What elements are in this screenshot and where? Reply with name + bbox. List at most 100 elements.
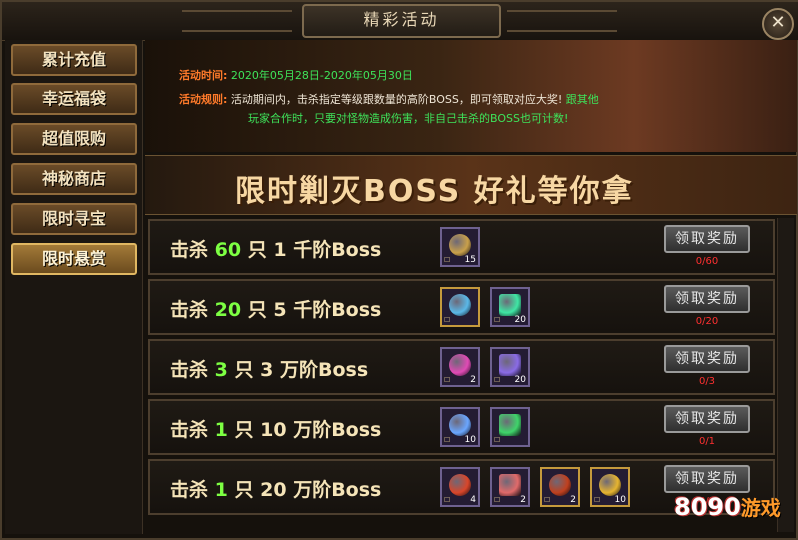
green-shard-icon: [499, 414, 521, 436]
sidebar-item-limited-treasure[interactable]: 限时寻宝: [11, 203, 137, 235]
task-progress: 0/3: [698, 376, 716, 387]
feather-icon: [449, 414, 471, 436]
bind-lock-icon: ☐: [494, 496, 501, 504]
bind-lock-icon: ☐: [444, 256, 451, 264]
task-unit: 只: [234, 419, 254, 441]
activity-time-label: 活动时间:: [179, 69, 228, 82]
task-prefix: 击杀: [170, 239, 209, 261]
gold-coin-icon: [599, 474, 621, 496]
close-button[interactable]: ✕: [762, 8, 794, 40]
claim-reward-button[interactable]: 领取奖励: [664, 345, 750, 373]
task-count: 3: [214, 359, 228, 381]
task-requirement: 击杀 1 只 20 万阶Boss: [170, 475, 381, 502]
task-boss: 10 万阶Boss: [260, 419, 382, 441]
reward-quantity: 10: [464, 435, 476, 445]
treasure-chest-icon: [449, 234, 471, 256]
task-boss: 3 万阶Boss: [260, 359, 369, 381]
watermark-main: 8090: [674, 493, 741, 521]
task-boss: 20 万阶Boss: [260, 479, 382, 501]
bind-lock-icon: ☐: [494, 316, 501, 324]
reward-slot[interactable]: ☐: [440, 287, 480, 327]
claim-reward-button[interactable]: 领取奖励: [664, 225, 750, 253]
sidebar-item-limited-purchase[interactable]: 超值限购: [11, 123, 137, 155]
task-requirement: 击杀 1 只 10 万阶Boss: [170, 415, 381, 442]
task-row: 击杀 1 只 10 万阶Boss ☐ 10 ☐ 领取奖励 0/1: [148, 399, 775, 455]
bind-lock-icon: ☐: [494, 376, 501, 384]
activity-rule-line: 活动规则: 活动期间内，击杀指定等级跟数量的高阶BOSS，即可领取对应大奖! 跟…: [179, 91, 599, 107]
reward-slot[interactable]: ☐ 20: [490, 347, 530, 387]
reward-quantity: 2: [470, 375, 476, 385]
reward-quantity: 2: [520, 495, 526, 505]
window-title: 精彩活动: [302, 4, 501, 38]
claim-reward-button[interactable]: 领取奖励: [664, 285, 750, 313]
reward-slot[interactable]: ☐ 2: [490, 467, 530, 507]
title-ornament-right: [507, 10, 617, 32]
pink-gem-icon: [449, 354, 471, 376]
claim-reward-button[interactable]: 领取奖励: [664, 405, 750, 433]
task-count: 1: [214, 419, 228, 441]
red-amulet-icon: [449, 474, 471, 496]
reward-quantity: 10: [614, 495, 626, 505]
activity-time-line: 活动时间: 2020年05月28日-2020年05月30日: [179, 67, 413, 83]
task-count: 1: [214, 479, 228, 501]
task-requirement: 击杀 3 只 3 万阶Boss: [170, 355, 368, 382]
task-boss: 5 千阶Boss: [273, 299, 382, 321]
bind-lock-icon: ☐: [444, 376, 451, 384]
title-bar: 精彩活动 ✕: [2, 2, 798, 41]
title-ornament-left: [182, 10, 292, 32]
bind-lock-icon: ☐: [444, 436, 451, 444]
reward-quantity: 20: [514, 375, 526, 385]
bind-lock-icon: ☐: [544, 496, 551, 504]
reward-slot[interactable]: ☐ 2: [540, 467, 580, 507]
reward-slot[interactable]: ☐ 2: [440, 347, 480, 387]
task-count: 60: [214, 239, 242, 261]
task-boss: 1 千阶Boss: [273, 239, 382, 261]
reward-slot[interactable]: ☐ 4: [440, 467, 480, 507]
task-row: 击杀 20 只 5 千阶Boss ☐ ☐ 20 领取奖励 0/20: [148, 279, 775, 335]
reward-slot[interactable]: ☐ 10: [440, 407, 480, 447]
bind-lock-icon: ☐: [444, 496, 451, 504]
reward-quantity: 15: [464, 255, 476, 265]
sidebar-item-cumulative-recharge[interactable]: 累计充值: [11, 44, 137, 76]
red-orb-icon: [549, 474, 571, 496]
activity-window: 精彩活动 ✕ 累计充值 幸运福袋 超值限购 神秘商店 限时寻宝 限时悬赏 活动时…: [0, 0, 798, 540]
task-progress: 0/60: [695, 256, 719, 267]
reward-slot[interactable]: ☐ 15: [440, 227, 480, 267]
bind-lock-icon: ☐: [444, 316, 451, 324]
sidebar-item-limited-bounty[interactable]: 限时悬赏: [11, 243, 137, 275]
task-row: 击杀 3 只 3 万阶Boss ☐ 2 ☐ 20 领取奖励 0/3: [148, 339, 775, 395]
scrollbar[interactable]: [777, 218, 794, 532]
task-unit: 只: [234, 359, 254, 381]
task-prefix: 击杀: [170, 479, 209, 501]
task-progress: 0/20: [695, 316, 719, 327]
reward-quantity: 2: [570, 495, 576, 505]
task-prefix: 击杀: [170, 299, 209, 321]
watermark-sub: 游戏: [740, 496, 781, 520]
reward-quantity: 4: [470, 495, 476, 505]
reward-slot[interactable]: ☐ 10: [590, 467, 630, 507]
sidebar-item-lucky-bag[interactable]: 幸运福袋: [11, 83, 137, 115]
purple-crystal-icon: [499, 354, 521, 376]
activity-rule-label: 活动规则:: [179, 93, 228, 106]
hero-banner: 限时剿灭BOSS 好礼等你拿: [145, 155, 797, 215]
activity-rule-text-cont: 玩家合作时，只要对怪物造成伤害，非自己击杀的BOSS也可计数!: [248, 112, 569, 125]
task-unit: 只: [247, 299, 267, 321]
bind-lock-icon: ☐: [594, 496, 601, 504]
task-prefix: 击杀: [170, 419, 209, 441]
task-requirement: 击杀 60 只 1 千阶Boss: [170, 235, 381, 262]
activity-rule-line-2: 玩家合作时，只要对怪物造成伤害，非自己击杀的BOSS也可计数!: [248, 110, 568, 126]
claim-reward-button[interactable]: 领取奖励: [664, 465, 750, 493]
sidebar-item-mystery-shop[interactable]: 神秘商店: [11, 163, 137, 195]
reward-slot[interactable]: ☐: [490, 407, 530, 447]
hero-banner-text: 限时剿灭BOSS 好礼等你拿: [235, 174, 634, 209]
green-crystal-icon: [499, 294, 521, 316]
activity-time-value: 2020年05月28日-2020年05月30日: [230, 69, 413, 82]
task-requirement: 击杀 20 只 5 千阶Boss: [170, 295, 381, 322]
task-progress: 0/1: [698, 436, 716, 447]
task-count: 20: [214, 299, 242, 321]
task-unit: 只: [234, 479, 254, 501]
red-crystal-icon: [499, 474, 521, 496]
reward-quantity: 20: [514, 315, 526, 325]
reward-slot[interactable]: ☐ 20: [490, 287, 530, 327]
activity-info-banner: 活动时间: 2020年05月28日-2020年05月30日 活动规则: 活动期间…: [145, 40, 797, 152]
